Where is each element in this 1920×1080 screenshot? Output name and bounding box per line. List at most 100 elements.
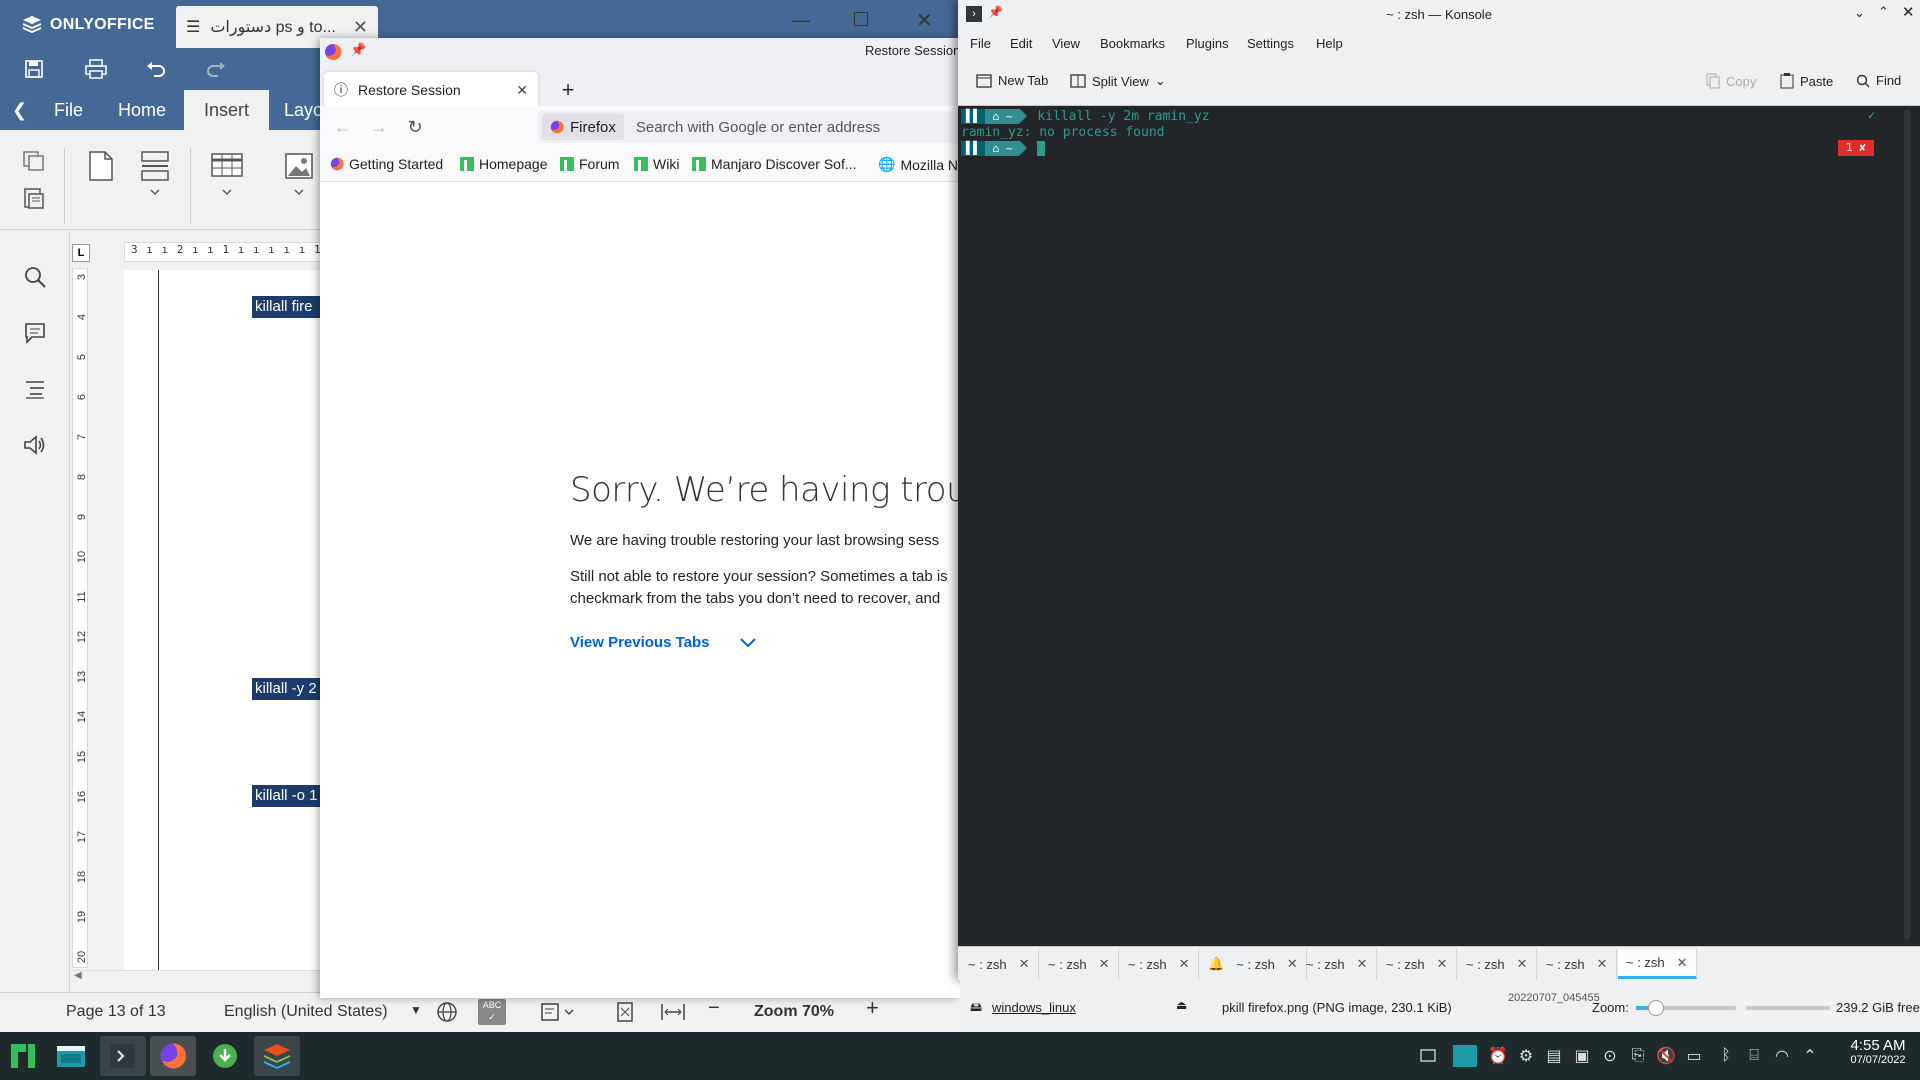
terminal-scrollbar[interactable] xyxy=(1904,110,1910,940)
copy-icon[interactable] xyxy=(22,150,46,177)
speaker-icon[interactable] xyxy=(20,430,50,460)
taskbar-onlyoffice[interactable] xyxy=(254,1036,300,1076)
blank-page-icon[interactable] xyxy=(88,150,114,187)
zoom-level[interactable]: Zoom 70% xyxy=(754,1003,834,1021)
taskbar-firefox[interactable] xyxy=(150,1036,196,1076)
tab-insert[interactable]: Insert xyxy=(184,90,270,130)
konsole-tab[interactable]: ~ : zsh ✕ xyxy=(1120,949,1199,979)
horizontal-scrollbar[interactable]: ◀ xyxy=(72,970,332,984)
menu-plugins[interactable]: Plugins xyxy=(1186,36,1229,51)
new-tab-button[interactable]: New Tab xyxy=(976,73,1048,88)
close-document-tab-icon[interactable]: ✕ xyxy=(353,17,368,38)
copy-button[interactable]: Copy xyxy=(1706,73,1756,89)
fit-width-icon[interactable] xyxy=(660,1001,686,1028)
bookmark-wiki[interactable]: Wiki xyxy=(634,156,679,172)
updates-icon[interactable]: ⊙ xyxy=(1600,1046,1620,1066)
maximize-icon[interactable] xyxy=(854,12,868,26)
kdeconnect-icon[interactable]: ▣ xyxy=(1572,1046,1592,1066)
reload-icon[interactable]: ↻ xyxy=(404,116,426,138)
minimize-icon[interactable]: — xyxy=(792,10,810,31)
print-button[interactable] xyxy=(82,56,110,82)
konsole-tab[interactable]: ~ : zsh ✕ xyxy=(1538,949,1617,979)
bookmark-forum[interactable]: Forum xyxy=(560,156,619,172)
address-bar[interactable]: Firefox Search with Google or enter addr… xyxy=(538,111,968,143)
search-icon[interactable] xyxy=(20,262,50,292)
globe-icon[interactable] xyxy=(436,1001,458,1028)
tab-stop-selector[interactable]: L xyxy=(72,244,90,262)
konsole-tab[interactable]: ~ : zsh ✕ xyxy=(1378,949,1457,979)
terminal-view[interactable]: ▌▌ ⌂ ~ killall -y 2m ramin_yz ramin_yz: … xyxy=(958,106,1920,946)
konsole-tab[interactable]: 🔔 ~ : zsh ✕ xyxy=(1200,949,1307,979)
horizontal-ruler[interactable]: 3 ı ı 2 ı ı 1 ı ı ı ı ı 1 ı xyxy=(124,242,324,262)
find-button[interactable]: Find xyxy=(1856,73,1901,88)
settings-gear-icon[interactable]: ⚙ xyxy=(1516,1046,1536,1066)
redo-button[interactable] xyxy=(202,56,230,82)
wifi-icon[interactable]: ◠ xyxy=(1772,1046,1792,1066)
disks-icon[interactable]: ⎘ xyxy=(1628,1046,1648,1066)
konsole-tab[interactable]: ~ : zsh ✕ xyxy=(1040,949,1119,979)
menu-settings[interactable]: Settings xyxy=(1247,36,1294,51)
bookmark-getting-started[interactable]: Getting Started xyxy=(330,156,443,172)
maximize-icon[interactable]: ⌃ xyxy=(1878,4,1889,20)
tab-file[interactable]: File xyxy=(34,90,103,130)
taskbar-file-manager[interactable] xyxy=(48,1036,94,1076)
save-button[interactable] xyxy=(20,56,48,82)
document-page[interactable] xyxy=(124,270,334,970)
volume-muted-icon[interactable]: 🔇 xyxy=(1656,1046,1676,1066)
places-device[interactable]: windows_linux xyxy=(992,1000,1076,1015)
zoom-slider[interactable] xyxy=(1636,1000,1736,1016)
usb-icon[interactable]: ⌸ xyxy=(1744,1046,1764,1066)
language-selector[interactable]: English (United States) xyxy=(224,1003,388,1021)
split-view-button[interactable]: Split View ⌄ xyxy=(1070,73,1166,89)
comments-icon[interactable] xyxy=(20,318,50,348)
navigation-icon[interactable] xyxy=(20,374,50,404)
new-tab-button[interactable]: + xyxy=(554,76,582,104)
zoom-slider-handle[interactable] xyxy=(1648,1000,1664,1016)
close-icon[interactable]: ✕ xyxy=(1902,3,1915,21)
konsole-tab[interactable]: ~ : zsh ✕ xyxy=(1458,949,1537,979)
forward-arrow-icon[interactable]: → xyxy=(368,116,390,138)
battery-icon[interactable]: ▭ xyxy=(1684,1046,1704,1066)
digital-clock[interactable]: 4:55 AM 07/07/2022 xyxy=(1838,1037,1918,1066)
konsole-tab[interactable]: ~ : zsh ✕ xyxy=(960,949,1039,979)
konsole-tab-active[interactable]: ~ : zsh ✕ xyxy=(1618,949,1697,979)
zoom-out-button[interactable]: − xyxy=(708,997,720,1020)
back-arrow-icon[interactable]: ← xyxy=(332,116,354,138)
taskbar-konsole[interactable] xyxy=(100,1036,146,1076)
taskbar-downloader[interactable] xyxy=(202,1036,248,1076)
table-icon[interactable] xyxy=(210,152,244,205)
page-counter[interactable]: Page 13 of 13 xyxy=(66,1003,166,1021)
image-icon[interactable] xyxy=(284,152,314,205)
menu-view[interactable]: View xyxy=(1052,36,1080,51)
notifications-icon[interactable]: ⏰ xyxy=(1488,1046,1508,1066)
undo-button[interactable] xyxy=(142,56,170,82)
bookmark-mozilla[interactable]: 🌐 Mozilla Ne xyxy=(878,156,960,173)
scroll-left-icon[interactable]: ◀ xyxy=(74,970,82,981)
chevron-down-icon[interactable]: ▼ xyxy=(410,1003,422,1017)
paste-button[interactable]: Paste xyxy=(1780,73,1833,89)
back-chevron-icon[interactable]: ❮ xyxy=(4,90,35,130)
vertical-ruler[interactable]: 3 4 5 6 7 8 9 10 11 12 13 14 15 16 17 18… xyxy=(72,268,88,968)
clipboard-icon[interactable]: ▤ xyxy=(1544,1046,1564,1066)
close-icon[interactable]: ✕ xyxy=(916,8,933,33)
view-previous-tabs-button[interactable]: View Previous Tabs xyxy=(570,634,756,651)
spellcheck-icon[interactable]: ABC ✓ xyxy=(478,999,506,1025)
identity-box[interactable]: Firefox xyxy=(542,114,624,140)
track-changes-icon[interactable] xyxy=(540,1001,576,1028)
eject-icon[interactable]: ⏏ xyxy=(1176,998,1187,1012)
fit-page-icon[interactable] xyxy=(614,1001,636,1028)
show-desktop-icon[interactable] xyxy=(1418,1046,1438,1066)
menu-bookmarks[interactable]: Bookmarks xyxy=(1100,36,1165,51)
menu-file[interactable]: File xyxy=(970,36,991,51)
menu-edit[interactable]: Edit xyxy=(1010,36,1032,51)
menu-help[interactable]: Help xyxy=(1316,36,1343,51)
zoom-in-button[interactable]: + xyxy=(866,995,879,1021)
page-break-icon[interactable] xyxy=(140,150,170,203)
tab-restore-session[interactable]: ⓘ Restore Session ✕ xyxy=(324,72,538,108)
bookmark-manjaro-discover[interactable]: Manjaro Discover Sof... xyxy=(692,156,857,172)
tab-home[interactable]: Home xyxy=(98,90,186,130)
close-tab-icon[interactable]: ✕ xyxy=(516,82,528,99)
bookmark-homepage[interactable]: Homepage xyxy=(460,156,548,172)
paste-icon[interactable] xyxy=(22,186,46,215)
bluetooth-icon[interactable]: ᛒ xyxy=(1716,1046,1736,1066)
